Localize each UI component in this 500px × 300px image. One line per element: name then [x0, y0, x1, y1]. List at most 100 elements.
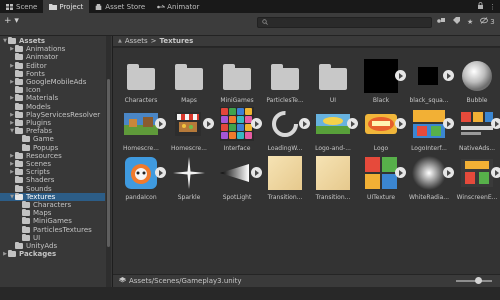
texture-asset-15[interactable]: NativeAds...	[455, 102, 500, 158]
tree-item-googlemobileads[interactable]: ▶ GoogleMobileAds	[0, 78, 105, 86]
tree-item-label: ParticlesTextures	[33, 225, 92, 234]
texture-thumbnail	[411, 155, 447, 191]
texture-asset-20[interactable]: Transition...	[311, 151, 355, 207]
search-field[interactable]	[257, 17, 432, 28]
expand-subassets-icon[interactable]	[251, 167, 262, 178]
search-by-label-icon[interactable]	[453, 17, 460, 26]
tree-item-label: Sounds	[26, 184, 52, 193]
expand-subassets-icon[interactable]	[155, 167, 166, 178]
expand-subassets-icon[interactable]	[251, 118, 262, 129]
texture-asset-23[interactable]: WinscreenE...	[455, 151, 500, 207]
window-controls: ⋮	[477, 0, 500, 13]
tree-item-unityads[interactable]: UnityAds	[0, 242, 105, 250]
expand-subassets-icon[interactable]	[395, 118, 406, 129]
tree-item-playservicesresolver[interactable]: ▶ PlayServicesResolver	[0, 110, 105, 119]
tree-item-resources[interactable]: ▶ Resources	[0, 151, 105, 160]
folder-icon	[15, 151, 23, 159]
folder-icon	[15, 94, 23, 102]
texture-asset-19[interactable]: Transition...	[263, 151, 307, 207]
folder-icon	[15, 184, 23, 192]
tab-asset-store[interactable]: Asset Store	[89, 0, 151, 13]
folder-icon	[22, 217, 30, 225]
expand-subassets-icon[interactable]	[443, 118, 454, 129]
breadcrumb-root[interactable]: Assets	[125, 37, 148, 45]
lock-icon[interactable]	[477, 2, 484, 11]
breadcrumb-current[interactable]: Textures	[160, 37, 194, 45]
texture-asset-22[interactable]: WhiteRadia...	[407, 151, 454, 207]
open-folder-icon	[15, 127, 23, 135]
folder-icon	[171, 58, 207, 94]
tree-item-scripts[interactable]: ▶ Scripts	[0, 168, 105, 176]
texture-asset-13[interactable]: Logo	[359, 102, 406, 158]
expand-subassets-icon[interactable]	[443, 167, 454, 178]
project-folder-icon	[49, 3, 58, 10]
folder-icon	[15, 53, 23, 61]
tree-item-maps[interactable]: Maps	[0, 209, 105, 217]
folder-icon	[8, 250, 16, 258]
tree-item-textures[interactable]: ▼ Textures	[0, 192, 105, 201]
folder-icon	[15, 102, 23, 110]
tree-item-animations[interactable]: ▶ Animations	[0, 45, 105, 53]
tree-item-fonts[interactable]: Fonts	[0, 69, 105, 78]
tree-item-animator[interactable]: Animator	[0, 53, 105, 61]
tree-item-shaders[interactable]: Shaders	[0, 176, 105, 184]
tree-item-plugins[interactable]: ▶ Plugins	[0, 119, 105, 127]
collapse-arrow-icon[interactable]: ▲	[118, 38, 122, 44]
tree-scrollbar-thumb[interactable]	[107, 79, 110, 247]
add-asset-button[interactable]: + ▾	[4, 17, 19, 26]
texture-asset-10[interactable]: Interface	[215, 102, 262, 158]
tree-item-label: UI	[33, 233, 41, 242]
favorite-star-icon[interactable]: ★	[467, 18, 473, 26]
tree-item-ui[interactable]: UI	[0, 233, 105, 242]
folder-icon	[22, 209, 30, 217]
expand-subassets-icon[interactable]	[395, 167, 406, 178]
expand-subassets-icon[interactable]	[299, 118, 310, 129]
tab-animator[interactable]: Animator	[151, 0, 205, 13]
project-toolbar: + ▾ ★ 3	[0, 13, 500, 36]
tree-item-characters[interactable]: Characters	[0, 201, 105, 209]
texture-asset-14[interactable]: LogoInterf...	[407, 102, 454, 158]
tree-item-game[interactable]: Game	[0, 135, 105, 143]
folder-icon	[15, 45, 23, 53]
expand-subassets-icon[interactable]	[491, 118, 500, 129]
tree-item-packages[interactable]: ▶ Packages	[0, 250, 105, 258]
expand-subassets-icon[interactable]	[347, 118, 358, 129]
texture-asset-21[interactable]: UITexture	[359, 151, 406, 207]
search-input[interactable]	[271, 19, 421, 26]
texture-thumbnail	[219, 106, 255, 142]
expand-subassets-icon[interactable]	[395, 70, 406, 81]
asset-store-icon	[95, 2, 102, 10]
texture-asset-17[interactable]: Sparkle	[167, 151, 211, 207]
texture-asset-8[interactable]: Homescre...	[119, 102, 166, 158]
texture-asset-16[interactable]: pandaIcon	[119, 151, 166, 207]
tree-item-minigames[interactable]: MiniGames	[0, 217, 105, 225]
hidden-packages-icon[interactable]	[480, 17, 489, 26]
open-folder-icon	[15, 192, 23, 200]
tree-item-sounds[interactable]: Sounds	[0, 184, 105, 193]
tree-item-prefabs[interactable]: ▼ Prefabs	[0, 127, 105, 135]
tree-item-materials[interactable]: ▶ Materials	[0, 94, 105, 102]
texture-asset-11[interactable]: LoadingW...	[263, 102, 310, 158]
icon-size-slider[interactable]	[456, 280, 492, 282]
expand-subassets-icon[interactable]	[155, 118, 166, 129]
texture-asset-9[interactable]: Homescre...	[167, 102, 214, 158]
tree-item-assets[interactable]: ▼ Assets	[0, 37, 105, 45]
texture-asset-18[interactable]: SpotLight	[215, 151, 262, 207]
expand-subassets-icon[interactable]	[203, 118, 214, 129]
icon-size-slider-knob[interactable]	[475, 277, 482, 284]
more-options-icon[interactable]: ⋮	[489, 3, 496, 11]
tab-project[interactable]: Project	[43, 0, 90, 13]
tab-scene[interactable]: Scene	[0, 0, 43, 13]
tree-item-editor[interactable]: ▶ Editor	[0, 61, 105, 70]
tree-item-popups[interactable]: Popups	[0, 143, 105, 152]
asset-label: UITexture	[366, 194, 396, 201]
search-by-type-icon[interactable]	[437, 17, 446, 26]
tree-item-particlestextures[interactable]: ParticlesTextures	[0, 225, 105, 234]
expand-subassets-icon[interactable]	[491, 167, 500, 178]
tree-item-label: Plugins	[26, 119, 52, 127]
tree-item-scenes[interactable]: ▶ Scenes	[0, 160, 105, 168]
expand-subassets-icon[interactable]	[443, 70, 454, 81]
texture-asset-12[interactable]: Logo-and-...	[311, 102, 358, 158]
tree-item-models[interactable]: Models	[0, 102, 105, 111]
tree-item-icon[interactable]: Icon	[0, 86, 105, 94]
